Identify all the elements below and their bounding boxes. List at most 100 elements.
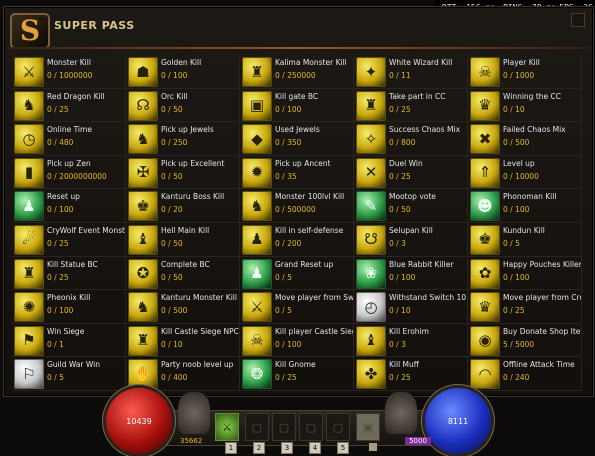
hotkey-1[interactable]: 1 (225, 442, 237, 454)
mission-cell[interactable]: ◉ Buy Donate Shop Item 5 / 5000 (468, 323, 582, 358)
mission-progress: 0 / 100 (389, 272, 416, 282)
phonoman-icon: ☻ (470, 191, 500, 222)
mission-cell[interactable]: ♟ Kill in self-defense 0 / 200 (240, 222, 354, 257)
mission-cell[interactable]: ♝ Kill Erohim 0 / 3 (354, 323, 468, 358)
mission-cell[interactable]: ❀ Blue Rabbit Killer 0 / 100 (354, 256, 468, 291)
mission-name: Used Jewels (275, 125, 320, 135)
mission-cell[interactable]: ▮ Pick up Zen 0 / 2000000000 (12, 155, 126, 190)
mission-progress: 0 / 100 (275, 104, 302, 114)
axe-icon: ⚔ (14, 57, 44, 87)
mp-orb: 8111 (425, 388, 491, 454)
red-dragon-icon: ♞ (14, 90, 44, 121)
mission-name: Happy Pouches Killer (503, 259, 582, 269)
crown-icon: ♛ (470, 292, 500, 323)
skill-slot-active[interactable]: ⚔ (215, 413, 239, 441)
mission-cell[interactable]: ☠ Player Kill 0 / 1000 (468, 55, 582, 89)
mission-name: Monster Kill (47, 58, 91, 67)
mission-progress: 0 / 100 (161, 71, 188, 80)
mission-cell[interactable]: ♞ Red Dragon Kill 0 / 25 (12, 88, 126, 123)
mission-cell[interactable]: ◷ Online Time 0 / 480 (12, 122, 126, 156)
mission-cell[interactable]: ☋ Selupan Kill 0 / 3 (354, 222, 468, 257)
mission-cell[interactable]: ✠ Pick up Excellent 0 / 50 (126, 155, 240, 190)
mission-progress: 0 / 100 (47, 306, 74, 316)
mission-cell[interactable]: ♜ Kalima Monster Kill 0 / 250000 (240, 55, 354, 89)
mission-cell[interactable]: ✺ Pheonix Kill 0 / 100 (12, 290, 126, 324)
mission-cell[interactable]: ⚑ Win Siege 0 / 1 (12, 323, 126, 358)
mission-progress: 0 / 10 (503, 104, 525, 114)
mission-cell[interactable]: ✕ Duel Win 0 / 25 (354, 155, 468, 190)
mission-name: Guild War Win (47, 360, 100, 370)
ancient-item-icon: ✹ (242, 157, 272, 188)
mission-cell[interactable]: ♝ Hell Main Kill 0 / 50 (126, 222, 240, 257)
mission-cell[interactable]: ⚔ Monster Kill 0 / 1000000 (12, 55, 126, 89)
mission-name: Kill Muff (389, 360, 419, 370)
mission-name: Move player from Crown (503, 293, 581, 303)
mission-name: Duel Win (389, 158, 423, 168)
mission-name: Hell Main Kill (161, 225, 210, 235)
mission-name: Orc Kill (161, 91, 188, 101)
chaos-castle-icon: ♜ (356, 90, 386, 121)
mission-cell[interactable]: ⇑ Level up 0 / 10000 (468, 155, 582, 190)
mission-cell[interactable]: ✹ Pick up Ancent 0 / 35 (240, 155, 354, 190)
mission-cell[interactable]: ✧ Success Chaos Mix 0 / 800 (354, 122, 468, 156)
mission-name: Kundun Kill (503, 225, 545, 235)
mission-cell[interactable]: ♚ Kundun Kill 0 / 5 (468, 222, 582, 257)
mission-cell[interactable]: ♞ Monster 100lvl Kill 0 / 500000 (240, 189, 354, 223)
mission-cell[interactable]: ▣ Kill gate BC 0 / 100 (240, 88, 354, 123)
mission-cell[interactable]: ♛ Winning the CC 0 / 10 (468, 88, 582, 123)
mission-cell[interactable]: ☗ Golden Kill 0 / 100 (126, 55, 240, 89)
mission-cell[interactable]: ♛Move player from Crown 0 / 25 (468, 290, 582, 324)
mission-progress: 0 / 250000 (275, 71, 316, 80)
hotkey-4[interactable]: 4 (309, 442, 321, 454)
clock-icon: ◷ (14, 124, 44, 155)
mission-cell[interactable]: ✿ Happy Pouches Killer 0 / 100 (468, 256, 582, 291)
mission-cell[interactable]: ♚ Kanturu Boss Kill 0 / 20 (126, 189, 240, 223)
mission-cell[interactable]: ⚔ Move player from Swit 0 / 5 (240, 290, 354, 324)
skill-slot-selected[interactable]: ▣ (356, 413, 380, 441)
hotkey-5[interactable]: 5 (337, 442, 349, 454)
mission-name: Grand Reset up (275, 259, 334, 269)
mission-cell[interactable]: ♞ Kanturu Monster Kill 0 / 500 (126, 290, 240, 324)
mission-name: Buy Donate Shop Item (503, 326, 582, 336)
mission-cell[interactable]: ☻ Phonoman Kill 0 / 100 (468, 189, 582, 223)
mission-cell[interactable]: ✖ Failed Chaos Mix 0 / 500 (468, 122, 582, 156)
mission-name: Reset up (47, 192, 80, 202)
mission-cell[interactable]: ♜ Kill Castle Siege NPC 0 / 10 (126, 323, 240, 358)
mission-progress: 0 / 5 (275, 272, 292, 282)
chaos-mix-success-icon: ✧ (356, 124, 386, 155)
mission-cell[interactable]: ♜ Kill Statue BC 0 / 25 (12, 256, 126, 291)
level-up-arrows-icon: ⇑ (470, 157, 500, 188)
mission-cell[interactable]: ✪ Complete BC 0 / 50 (126, 256, 240, 291)
hotkey-2[interactable]: 2 (253, 442, 265, 454)
hotkey-3[interactable]: 3 (281, 442, 293, 454)
mission-cell[interactable]: ◆ Used Jewels 0 / 350 (240, 122, 354, 156)
mission-cell[interactable]: ♜ Take part in CC 0 / 25 (354, 88, 468, 123)
mission-progress: 0 / 350 (275, 138, 302, 148)
mission-progress: 0 / 25 (503, 306, 525, 316)
mission-cell[interactable]: ♞ Pick up Jewels 0 / 250 (126, 122, 240, 156)
mission-progress: 0 / 480 (47, 138, 74, 148)
skill-slot[interactable]: ▢ (272, 413, 296, 441)
mission-progress: 0 / 500000 (275, 205, 316, 215)
skill-slot[interactable]: ▢ (245, 413, 269, 441)
mission-cell[interactable]: ♟ Grand Reset up 0 / 5 (240, 256, 354, 291)
mission-progress: 0 / 100 (503, 205, 530, 215)
reset-character-icon: ♟ (14, 191, 44, 222)
skill-slot[interactable]: ▢ (299, 413, 323, 441)
mission-name: Player Kill (503, 58, 540, 67)
mission-name: Kanturu Boss Kill (161, 192, 225, 202)
hotkey-toggle-button[interactable] (369, 443, 377, 451)
mission-progress: 0 / 1 (47, 339, 64, 349)
kalima-monster-icon: ♜ (242, 57, 272, 87)
mission-name: Withstand Switch 10 m (389, 293, 468, 303)
mission-cell[interactable]: ☊ Orc Kill 0 / 50 (126, 88, 240, 123)
mission-cell[interactable]: ☠ Kill player Castle Siege 0 / 100 (240, 323, 354, 358)
skill-slot[interactable]: ▢ (326, 413, 350, 441)
mission-cell[interactable]: ◴ Withstand Switch 10 m 0 / 10 (354, 290, 468, 324)
mission-cell[interactable]: ✦ White Wizard Kill 0 / 11 (354, 55, 468, 89)
close-button[interactable] (571, 13, 585, 27)
mission-progress: 0 / 25 (47, 272, 69, 282)
mission-cell[interactable]: ☄ CryWolf Event Monster 0 / 25 (12, 222, 126, 257)
mission-cell[interactable]: ✎ Mootop vote 0 / 50 (354, 189, 468, 223)
mission-cell[interactable]: ♟ Reset up 0 / 100 (12, 189, 126, 223)
